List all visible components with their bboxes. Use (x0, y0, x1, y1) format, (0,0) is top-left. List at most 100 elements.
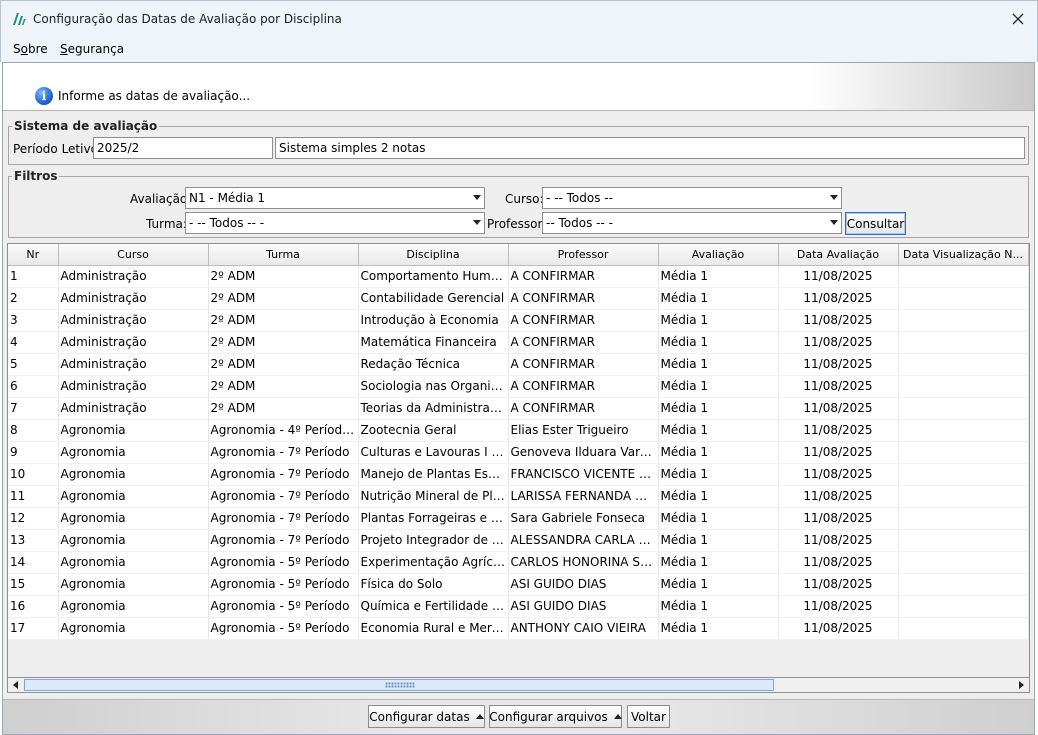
table-cell[interactable]: 11/08/2025 (778, 265, 899, 288)
table-cell[interactable]: Média 1 (658, 419, 779, 442)
table-cell[interactable]: 11/08/2025 (778, 529, 899, 552)
table-cell[interactable]: 10 (8, 463, 59, 486)
table-cell[interactable] (898, 507, 1029, 530)
table-row[interactable]: 12 Agronomia Agronomia - 7º Período Plantas… (8, 507, 1029, 530)
column-header[interactable]: Avaliação (658, 244, 779, 266)
table-cell[interactable]: Média 1 (658, 287, 779, 310)
table-cell[interactable]: Administração (58, 331, 209, 354)
table-cell[interactable]: Genoveva Ilduara Vargas (508, 441, 659, 464)
table-row[interactable]: 8 Agronomia Agronomia - 4º Período - ... Zo… (8, 419, 1029, 442)
table-row[interactable]: 9 Agronomia Agronomia - 7º Período Culturas… (8, 441, 1029, 464)
table-cell[interactable]: Agronomia - 5º Período (208, 551, 359, 574)
table-cell[interactable] (898, 265, 1029, 288)
table-cell[interactable]: Administração (58, 265, 209, 288)
table-cell[interactable]: Agronomia (58, 463, 209, 486)
table-cell[interactable]: Média 1 (658, 353, 779, 376)
scroll-left-button[interactable] (8, 678, 23, 692)
table-cell[interactable]: 12 (8, 507, 59, 530)
table-cell[interactable]: Média 1 (658, 573, 779, 596)
table-cell[interactable]: 7 (8, 397, 59, 420)
table-cell[interactable] (898, 485, 1029, 508)
table-cell[interactable]: Média 1 (658, 375, 779, 398)
configurar-arquivos-button[interactable]: Configurar arquivos (489, 705, 622, 728)
table-cell[interactable]: Nutrição Mineral de Plantas (358, 485, 509, 508)
table-cell[interactable]: 5 (8, 353, 59, 376)
table-cell[interactable]: ASI GUIDO DIAS (508, 595, 659, 618)
table-cell[interactable] (898, 419, 1029, 442)
column-header[interactable]: Professor (508, 244, 659, 266)
column-header[interactable]: Turma (208, 244, 359, 266)
table-cell[interactable]: Agronomia - 4º Período - ... (208, 419, 359, 442)
table-cell[interactable]: Agronomia - 7º Período (208, 529, 359, 552)
table-cell[interactable]: A CONFIRMAR (508, 353, 659, 376)
close-button[interactable] (1005, 7, 1031, 31)
table-cell[interactable]: 11/08/2025 (778, 595, 899, 618)
configurar-datas-button[interactable]: Configurar datas (368, 705, 485, 728)
table-cell[interactable]: Administração (58, 309, 209, 332)
curso-select[interactable]: - -- Todos -- (542, 187, 842, 209)
table-cell[interactable]: 11/08/2025 (778, 287, 899, 310)
table-cell[interactable] (898, 397, 1029, 420)
table-cell[interactable]: Média 1 (658, 463, 779, 486)
table-cell[interactable]: 11/08/2025 (778, 441, 899, 464)
table-cell[interactable]: Agronomia (58, 551, 209, 574)
table-row[interactable]: 17 Agronomia Agronomia - 5º Período Economi… (8, 617, 1029, 640)
table-row[interactable]: 1 Administração 2º ADM Comportamento Human.… (8, 265, 1029, 288)
table-cell[interactable]: Média 1 (658, 551, 779, 574)
table-cell[interactable]: Média 1 (658, 507, 779, 530)
table-cell[interactable]: Física do Solo (358, 573, 509, 596)
table-cell[interactable]: Agronomia (58, 419, 209, 442)
table-cell[interactable]: 11/08/2025 (778, 309, 899, 332)
table-cell[interactable]: 15 (8, 573, 59, 596)
table-cell[interactable]: 9 (8, 441, 59, 464)
table-row[interactable]: 16 Agronomia Agronomia - 5º Período Química… (8, 595, 1029, 618)
table-cell[interactable]: ASI GUIDO DIAS (508, 573, 659, 596)
table-cell[interactable]: A CONFIRMAR (508, 309, 659, 332)
table-cell[interactable]: Economia Rural e Mercad... (358, 617, 509, 640)
table-cell[interactable]: Média 1 (658, 595, 779, 618)
table-cell[interactable]: Agronomia (58, 441, 209, 464)
table-cell[interactable] (898, 375, 1029, 398)
table-cell[interactable]: Agronomia (58, 617, 209, 640)
table-cell[interactable]: Redação Técnica (358, 353, 509, 376)
table-cell[interactable]: 11/08/2025 (778, 419, 899, 442)
column-header[interactable]: Disciplina (358, 244, 509, 266)
scroll-right-button[interactable] (1014, 678, 1029, 692)
table-cell[interactable]: Agronomia (58, 507, 209, 530)
table-cell[interactable]: Química e Fertilidade do S... (358, 595, 509, 618)
table-cell[interactable]: Média 1 (658, 485, 779, 508)
table-cell[interactable]: 11/08/2025 (778, 617, 899, 640)
table-row[interactable]: 10 Agronomia Agronomia - 7º Período Manejo … (8, 463, 1029, 486)
table-cell[interactable]: 11 (8, 485, 59, 508)
table-cell[interactable]: 11/08/2025 (778, 353, 899, 376)
periodo-letivo-field[interactable]: 2025/2 (93, 137, 273, 159)
table-cell[interactable]: 1 (8, 265, 59, 288)
table-cell[interactable] (898, 331, 1029, 354)
table-cell[interactable]: Agronomia (58, 573, 209, 596)
table-cell[interactable]: ANTHONY CAIO VIEIRA (508, 617, 659, 640)
table-cell[interactable]: A CONFIRMAR (508, 331, 659, 354)
table-cell[interactable]: Administração (58, 397, 209, 420)
table-cell[interactable]: Média 1 (658, 331, 779, 354)
table-cell[interactable]: Contabilidade Gerencial (358, 287, 509, 310)
table-cell[interactable]: 4 (8, 331, 59, 354)
table-cell[interactable]: Média 1 (658, 529, 779, 552)
table-cell[interactable]: 8 (8, 419, 59, 442)
table-cell[interactable]: 11/08/2025 (778, 573, 899, 596)
column-header[interactable]: Curso (58, 244, 209, 266)
table-cell[interactable]: 11/08/2025 (778, 397, 899, 420)
table-cell[interactable]: Sociologia nas Organizaç... (358, 375, 509, 398)
table-cell[interactable]: Manejo de Plantas Espont... (358, 463, 509, 486)
table-cell[interactable]: ALESSANDRA CARLA DIAS (508, 529, 659, 552)
table-cell[interactable] (898, 529, 1029, 552)
table-cell[interactable]: Comportamento Human... (358, 265, 509, 288)
table-cell[interactable]: CARLOS HONORINA SAN... (508, 551, 659, 574)
table-cell[interactable]: 2º ADM (208, 375, 359, 398)
table-cell[interactable]: 17 (8, 617, 59, 640)
table-cell[interactable]: LARISSA FERNANDA MO... (508, 485, 659, 508)
table-cell[interactable]: 11/08/2025 (778, 375, 899, 398)
table-cell[interactable]: A CONFIRMAR (508, 265, 659, 288)
column-header[interactable]: Nr (8, 244, 59, 266)
table-cell[interactable]: Agronomia (58, 529, 209, 552)
table-cell[interactable]: Agronomia - 5º Período (208, 573, 359, 596)
